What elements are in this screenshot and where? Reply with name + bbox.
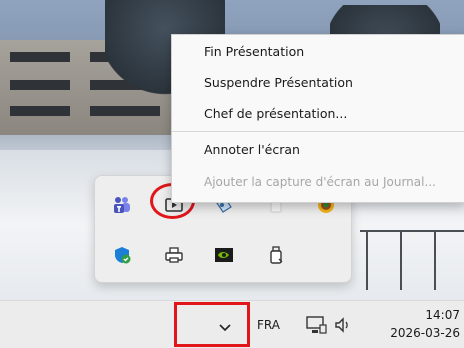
network-icon — [306, 316, 327, 334]
context-menu: Fin Présentation Suspendre Présentation … — [171, 34, 464, 203]
clock-time: 14:07 — [425, 308, 460, 322]
clock-date: 2026-03-26 — [390, 326, 460, 340]
language-indicator[interactable]: FRA — [257, 318, 280, 332]
menu-item-presenter-view[interactable]: Chef de présentation... — [204, 101, 347, 127]
teams-icon[interactable] — [109, 192, 135, 218]
nvidia-icon[interactable] — [211, 242, 237, 268]
highlight-rectangle — [174, 302, 250, 347]
taskbar-clock[interactable]: 14:07 2026-03-26 — [372, 306, 460, 342]
printer-icon[interactable] — [161, 242, 187, 268]
system-status-icons[interactable] — [305, 312, 357, 338]
menu-item-end-presentation[interactable]: Fin Présentation — [204, 39, 304, 65]
menu-item-annotate-screen[interactable]: Annoter l'écran — [204, 137, 300, 163]
defender-icon[interactable] — [109, 242, 135, 268]
usb-drive-icon[interactable] — [263, 242, 289, 268]
menu-separator — [172, 131, 464, 132]
menu-item-pause-presentation[interactable]: Suspendre Présentation — [204, 70, 353, 96]
volume-icon — [335, 317, 348, 333]
menu-item-add-screenshot: Ajouter la capture d'écran au Journal... — [204, 175, 436, 189]
